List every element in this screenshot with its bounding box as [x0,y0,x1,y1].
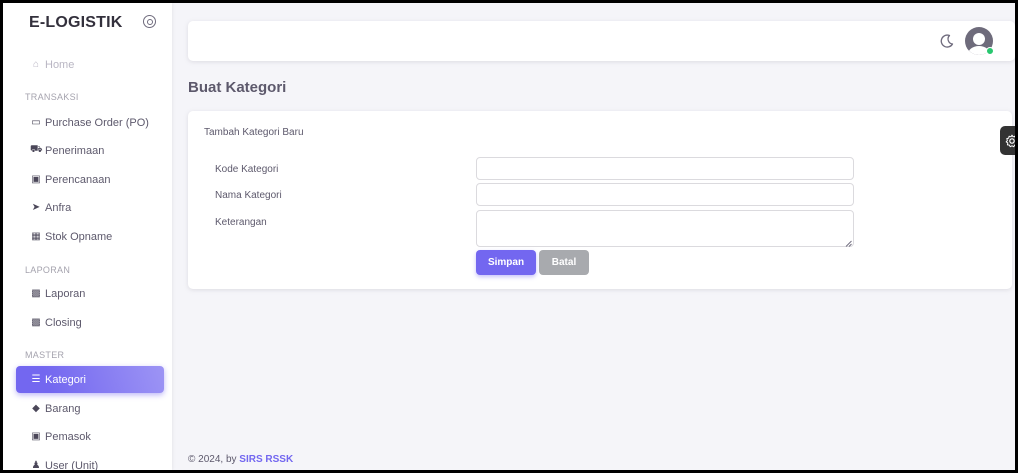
top-navbar [188,21,1015,61]
avatar-head [973,33,985,45]
sidebar-item-label: Anfra [45,201,72,214]
sidebar-item-perencanaan[interactable]: ▣ Perencanaan [16,166,164,193]
form-card: Tambah Kategori Baru Kode Kategori Nama … [188,111,1012,289]
footer-copyright: © 2024, by [188,454,240,465]
home-icon: ⌂ [32,59,40,70]
footer: © 2024, by SIRS RSSK [188,454,293,465]
list-icon: ☰ [31,374,41,385]
sidebar-item-label: Laporan [45,287,86,300]
template-customizer-button[interactable] [1000,126,1015,155]
note-icon: ▣ [31,174,41,185]
sidebar: E-LOGISTIK ⌂ Home TRANSAKSI ▭ Purchase O… [3,3,172,470]
calendar-icon: ▦ [31,231,41,242]
book-icon: ▩ [31,317,41,328]
online-status-dot [986,47,994,55]
tag-icon: ◆ [32,403,40,414]
sidebar-item-pemasok[interactable]: ▣ Pemasok [16,423,164,450]
sidebar-item-user-unit[interactable]: ♟ User (Unit) [16,452,164,471]
sidebar-item-label: Pemasok [45,430,91,443]
section-header-master: MASTER [25,350,65,360]
sidebar-item-penerimaan[interactable]: ⛟ Penerimaan [16,137,164,164]
nama-kategori-label: Nama Kategori [215,190,282,201]
moon-icon[interactable] [939,33,955,49]
sidebar-item-label: Closing [45,316,82,329]
sidebar-item-label: Barang [45,402,81,415]
simpan-button[interactable]: Simpan [476,250,536,275]
sidebar-item-label: Home [45,58,75,71]
sidebar-item-anfra[interactable]: ➤ Anfra [16,194,164,221]
card-title: Tambah Kategori Baru [204,127,304,138]
page-title: Buat Kategori [188,79,287,96]
sidebar-toggle-icon[interactable] [143,15,156,28]
sidebar-item-label: Stok Opname [45,230,113,243]
sidebar-item-label: Penerimaan [45,144,105,157]
keterangan-label: Keterangan [215,217,267,228]
keterangan-textarea[interactable] [476,210,854,247]
sidebar-item-kategori[interactable]: ☰ Kategori [16,366,164,393]
nama-kategori-input[interactable] [476,183,854,206]
sidebar-item-label: User (Unit) [45,459,99,471]
shopping-bag-icon: ▣ [31,431,41,442]
section-header-laporan: LAPORAN [25,265,71,275]
kode-kategori-input[interactable] [476,157,854,180]
sidebar-item-laporan[interactable]: ▩ Laporan [16,280,164,307]
sidebar-item-closing[interactable]: ▩ Closing [16,309,164,336]
sidebar-item-label: Perencanaan [45,173,111,186]
user-icon: ♟ [31,460,41,470]
batal-button[interactable]: Batal [539,250,589,275]
gear-icon [1005,134,1015,147]
sidebar-item-label: Kategori [45,373,86,386]
sidebar-item-stok-opname[interactable]: ▦ Stok Opname [16,223,164,250]
book-icon: ▩ [31,288,41,299]
send-icon: ➤ [31,202,41,213]
monitor-icon: ▭ [31,117,41,128]
truck-icon: ⛟ [30,144,43,155]
sidebar-item-home[interactable]: ⌂ Home [16,51,164,78]
sidebar-item-barang[interactable]: ◆ Barang [16,395,164,422]
sidebar-item-label: Purchase Order (PO) [45,116,149,129]
sidebar-item-purchase-order[interactable]: ▭ Purchase Order (PO) [16,109,164,136]
section-header-transaksi: TRANSAKSI [25,92,79,102]
resize-handle-icon[interactable] [845,240,852,247]
footer-link[interactable]: SIRS RSSK [239,454,293,465]
app-brand[interactable]: E-LOGISTIK [29,14,123,32]
kode-kategori-label: Kode Kategori [215,164,279,175]
app-window: E-LOGISTIK ⌂ Home TRANSAKSI ▭ Purchase O… [3,3,1015,470]
